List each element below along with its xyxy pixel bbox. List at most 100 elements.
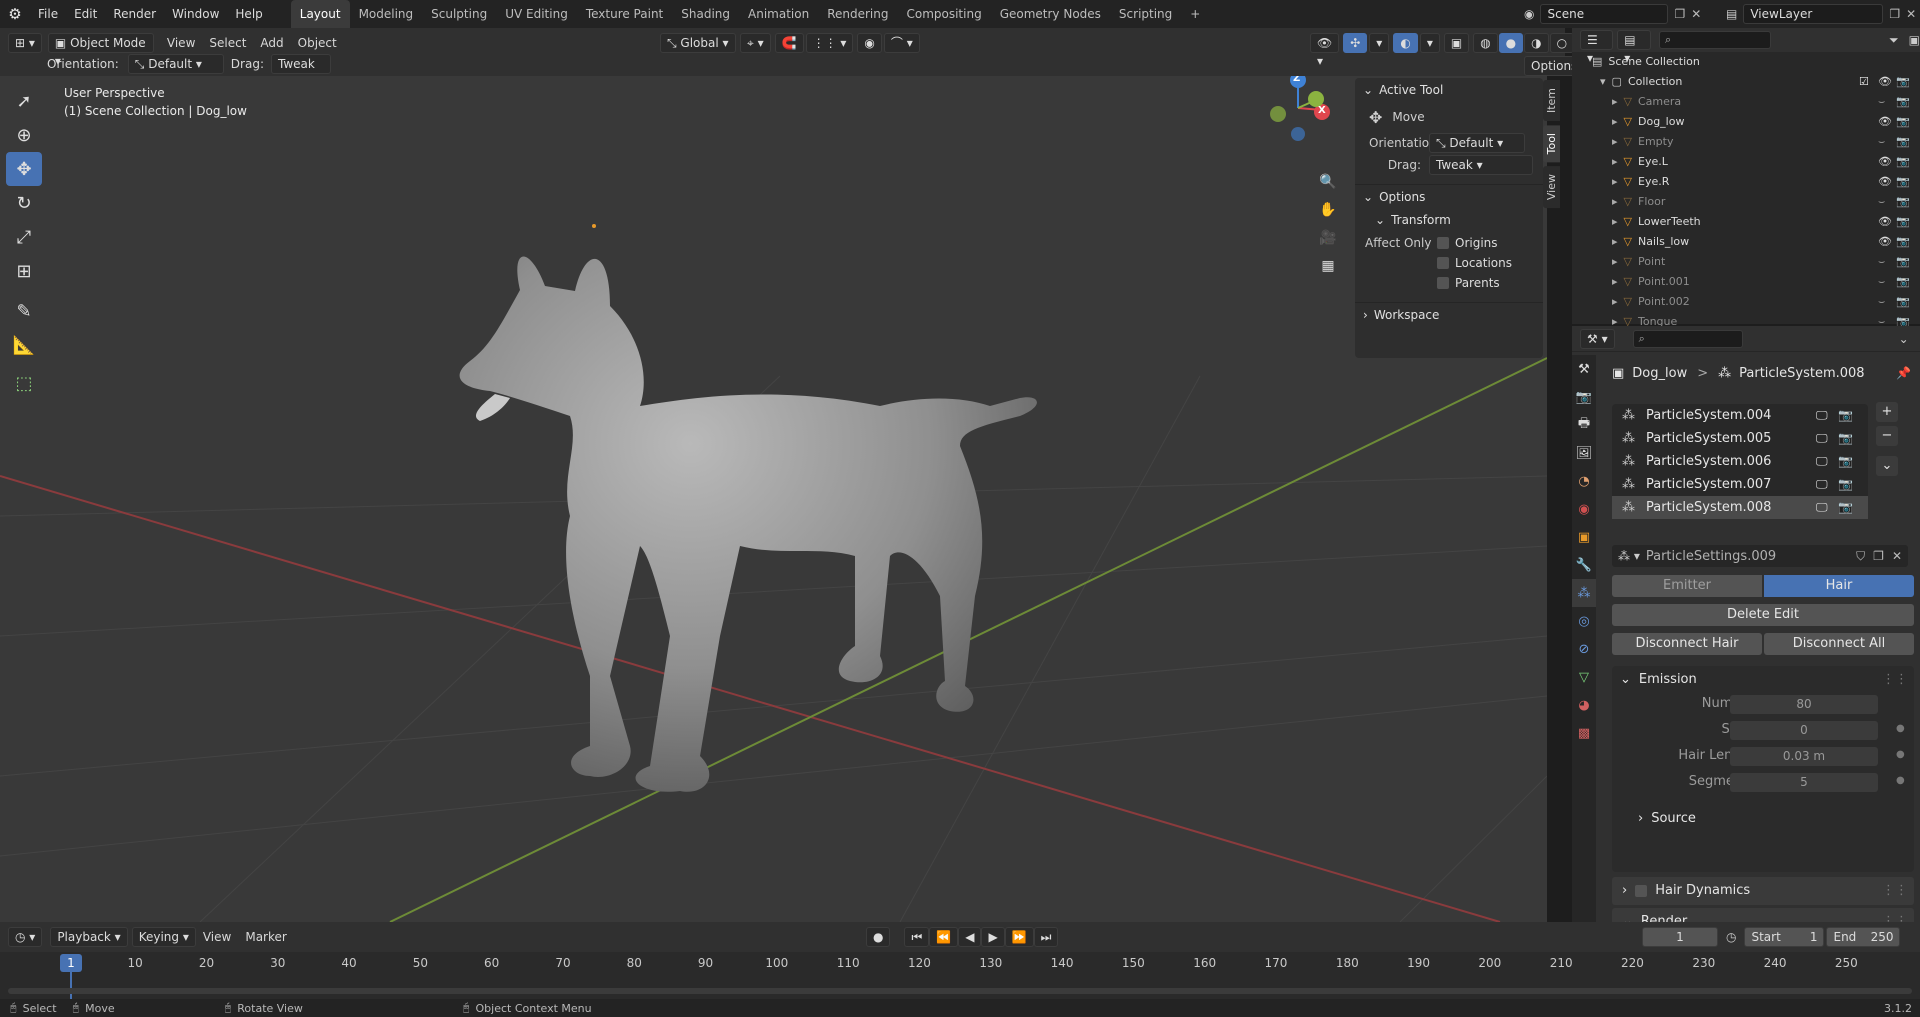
list-specials-button[interactable]: ⌄ [1876, 456, 1898, 476]
viewport-display-icon[interactable]: 🖵 [1816, 427, 1828, 450]
end-frame-field[interactable]: End 250 [1826, 927, 1901, 947]
eye-icon[interactable]: ⌣ [1878, 132, 1885, 152]
move-tool-icon[interactable]: ✥ [6, 152, 42, 186]
ortho-grid-icon[interactable]: ▦ [1314, 252, 1342, 280]
timeline-scrollbar[interactable] [8, 988, 1912, 994]
tab-sculpting[interactable]: Sculpting [422, 0, 496, 28]
disconnect-hair-button[interactable]: Disconnect Hair [1612, 633, 1762, 655]
hair-type-button[interactable]: Hair [1764, 575, 1914, 597]
tab-uv-editing[interactable]: UV Editing [496, 0, 577, 28]
object-tab-icon[interactable]: ▣ [1572, 523, 1596, 551]
tab-view[interactable]: View [1543, 166, 1560, 209]
properties-search-input[interactable]: ⌕ [1632, 329, 1743, 348]
render-camera-icon[interactable]: 📷 [1838, 450, 1853, 473]
camera-icon[interactable]: 📷 [1896, 232, 1910, 252]
jump-keyframe-back-icon[interactable]: ⏪ [929, 927, 959, 947]
camera-icon[interactable]: 📷 [1896, 292, 1910, 312]
scene-selector[interactable]: ◉ Scene ❐ ✕ [1524, 3, 1701, 25]
start-frame-field[interactable]: Start 1 [1744, 927, 1825, 947]
gizmo-dropdown[interactable]: ▾ [1369, 33, 1390, 53]
playhead-marker[interactable]: 1 [60, 954, 82, 972]
current-frame-field[interactable]: 1 [1642, 927, 1718, 947]
outliner-editor-type-icon[interactable]: ☰ ▾ [1580, 30, 1614, 65]
tab-scripting[interactable]: Scripting [1110, 0, 1181, 28]
origins-checkbox-row[interactable]: Origins [1437, 234, 1498, 252]
eye-icon[interactable]: ⌣ [1878, 92, 1885, 112]
tab-animation[interactable]: Animation [739, 0, 818, 28]
timeline[interactable]: 10 20 30 40 50 60 70 80 90 100 110 120 130 140 150 160 1… [0, 952, 1920, 999]
menu-help[interactable]: Help [227, 0, 270, 28]
np-drag-dropdown[interactable]: Tweak ▾ [1429, 155, 1533, 175]
delete-scene-icon[interactable]: ✕ [1691, 7, 1701, 21]
tab-modeling[interactable]: Modeling [350, 0, 423, 28]
tab-texture-paint[interactable]: Texture Paint [577, 0, 672, 28]
drag-handle-icon[interactable]: ⋮⋮ [1882, 672, 1908, 687]
scale-tool-icon[interactable]: ⤢ [6, 220, 42, 254]
outliner-item[interactable]: ▸ ▽ Eye.R 👁 📷 [1572, 172, 1920, 192]
hair-length-field[interactable]: 0.03 m [1730, 747, 1878, 766]
orientation-header-dropdown[interactable]: ⤡ Default ▾ [127, 54, 224, 74]
menu-object[interactable]: Object [291, 33, 344, 53]
emitter-type-button[interactable]: Emitter [1612, 575, 1762, 597]
pan-hand-icon[interactable]: ✋ [1314, 196, 1342, 224]
chevron-right-icon[interactable]: ▸ [1612, 152, 1618, 172]
tab-geometry-nodes[interactable]: Geometry Nodes [991, 0, 1110, 28]
jump-start-icon[interactable]: ⏮ [904, 927, 930, 947]
hair-dynamics-checkbox[interactable] [1635, 885, 1648, 897]
unlink-settings-icon[interactable]: ✕ [1892, 549, 1902, 563]
xray-toggle-icon[interactable]: ▣ [1443, 33, 1470, 53]
hair-dynamics-header[interactable]: › Hair Dynamics ⋮⋮ [1612, 877, 1914, 905]
add-system-button[interactable]: + [1876, 402, 1898, 422]
chevron-right-icon[interactable]: ▸ [1612, 232, 1618, 252]
material-tab-icon[interactable]: ◕ [1572, 691, 1596, 719]
menu-select[interactable]: Select [202, 33, 253, 53]
particle-system-item[interactable]: ⁂ ParticleSystem.004 🖵 📷 [1612, 404, 1868, 427]
chevron-right-icon[interactable]: ▸ [1612, 172, 1618, 192]
add-workspace-button[interactable]: + [1181, 0, 1209, 28]
particles-tab-icon[interactable]: ⁂ [1572, 579, 1596, 607]
camera-icon[interactable]: 📷 [1896, 72, 1910, 92]
menu-render[interactable]: Render [105, 0, 164, 28]
menu-file[interactable]: File [30, 0, 66, 28]
view-layer-tab-icon[interactable]: 🖼 [1572, 439, 1596, 467]
rendered-shading-icon[interactable]: ○ [1549, 33, 1575, 53]
jump-keyframe-forward-icon[interactable]: ⏩ [1004, 927, 1034, 947]
chevron-right-icon[interactable]: ▸ [1612, 292, 1618, 312]
chevron-right-icon[interactable]: ▸ [1612, 212, 1618, 232]
drag-handle-icon[interactable]: ⋮⋮ [1882, 877, 1908, 905]
camera-icon[interactable]: 📷 [1896, 192, 1910, 212]
eye-icon[interactable]: ⌣ [1878, 192, 1885, 212]
render-camera-icon[interactable]: 📷 [1838, 404, 1853, 427]
blender-logo-icon[interactable]: ⚙ [0, 5, 30, 23]
particle-system-item[interactable]: ⁂ ParticleSystem.006 🖵 📷 [1612, 450, 1868, 473]
active-tool-row[interactable]: ✥ Move [1355, 102, 1543, 132]
outliner-search-input[interactable]: ⌕ [1658, 31, 1772, 49]
outliner-scene-collection[interactable]: ▤ Scene Collection [1572, 52, 1920, 72]
keyframe-dot-icon[interactable]: ● [1896, 723, 1905, 734]
seed-field[interactable]: 0 [1730, 721, 1878, 740]
eye-icon[interactable]: 👁 [1878, 72, 1892, 92]
material-shading-icon[interactable]: ◑ [1524, 33, 1549, 53]
data-tab-icon[interactable]: ▽ [1572, 663, 1596, 691]
render-tab-icon[interactable]: 📷 [1572, 383, 1596, 411]
tab-shading[interactable]: Shading [672, 0, 739, 28]
camera-icon[interactable]: 📷 [1896, 132, 1910, 152]
number-field[interactable]: 80 [1730, 695, 1878, 714]
display-mode-icon[interactable]: ▤ ▾ [1617, 30, 1651, 65]
np-orientation-dropdown[interactable]: ⤡ Default ▾ [1429, 133, 1525, 153]
outliner-item[interactable]: ▸ ▽ Eye.L 👁 📷 [1572, 152, 1920, 172]
options-header[interactable]: ⌄ Options [1355, 184, 1543, 208]
new-viewlayer-icon[interactable]: ❐ [1889, 7, 1900, 21]
keyframe-dot-icon[interactable]: ● [1896, 749, 1905, 760]
viewport-display-icon[interactable]: 🖵 [1816, 450, 1828, 473]
collection-checkbox-icon[interactable]: ☑ [1859, 72, 1869, 92]
particle-system-item[interactable]: ⁂ ParticleSystem.007 🖵 📷 [1612, 473, 1868, 496]
cursor-tool-icon[interactable]: ⊕ [6, 118, 42, 152]
viewlayer-selector[interactable]: ▤ ViewLayer ❐ ✕ [1726, 3, 1916, 25]
3d-viewport[interactable]: User Perspective (1) Scene Collection | … [0, 76, 1547, 922]
keying-menu[interactable]: Keying ▾ [131, 927, 196, 947]
transform-header[interactable]: ⌄ Transform [1355, 208, 1543, 232]
properties-options-icon[interactable]: ⌄ [1899, 332, 1909, 346]
origins-checkbox[interactable] [1437, 237, 1449, 249]
camera-icon[interactable]: 📷 [1896, 92, 1910, 112]
